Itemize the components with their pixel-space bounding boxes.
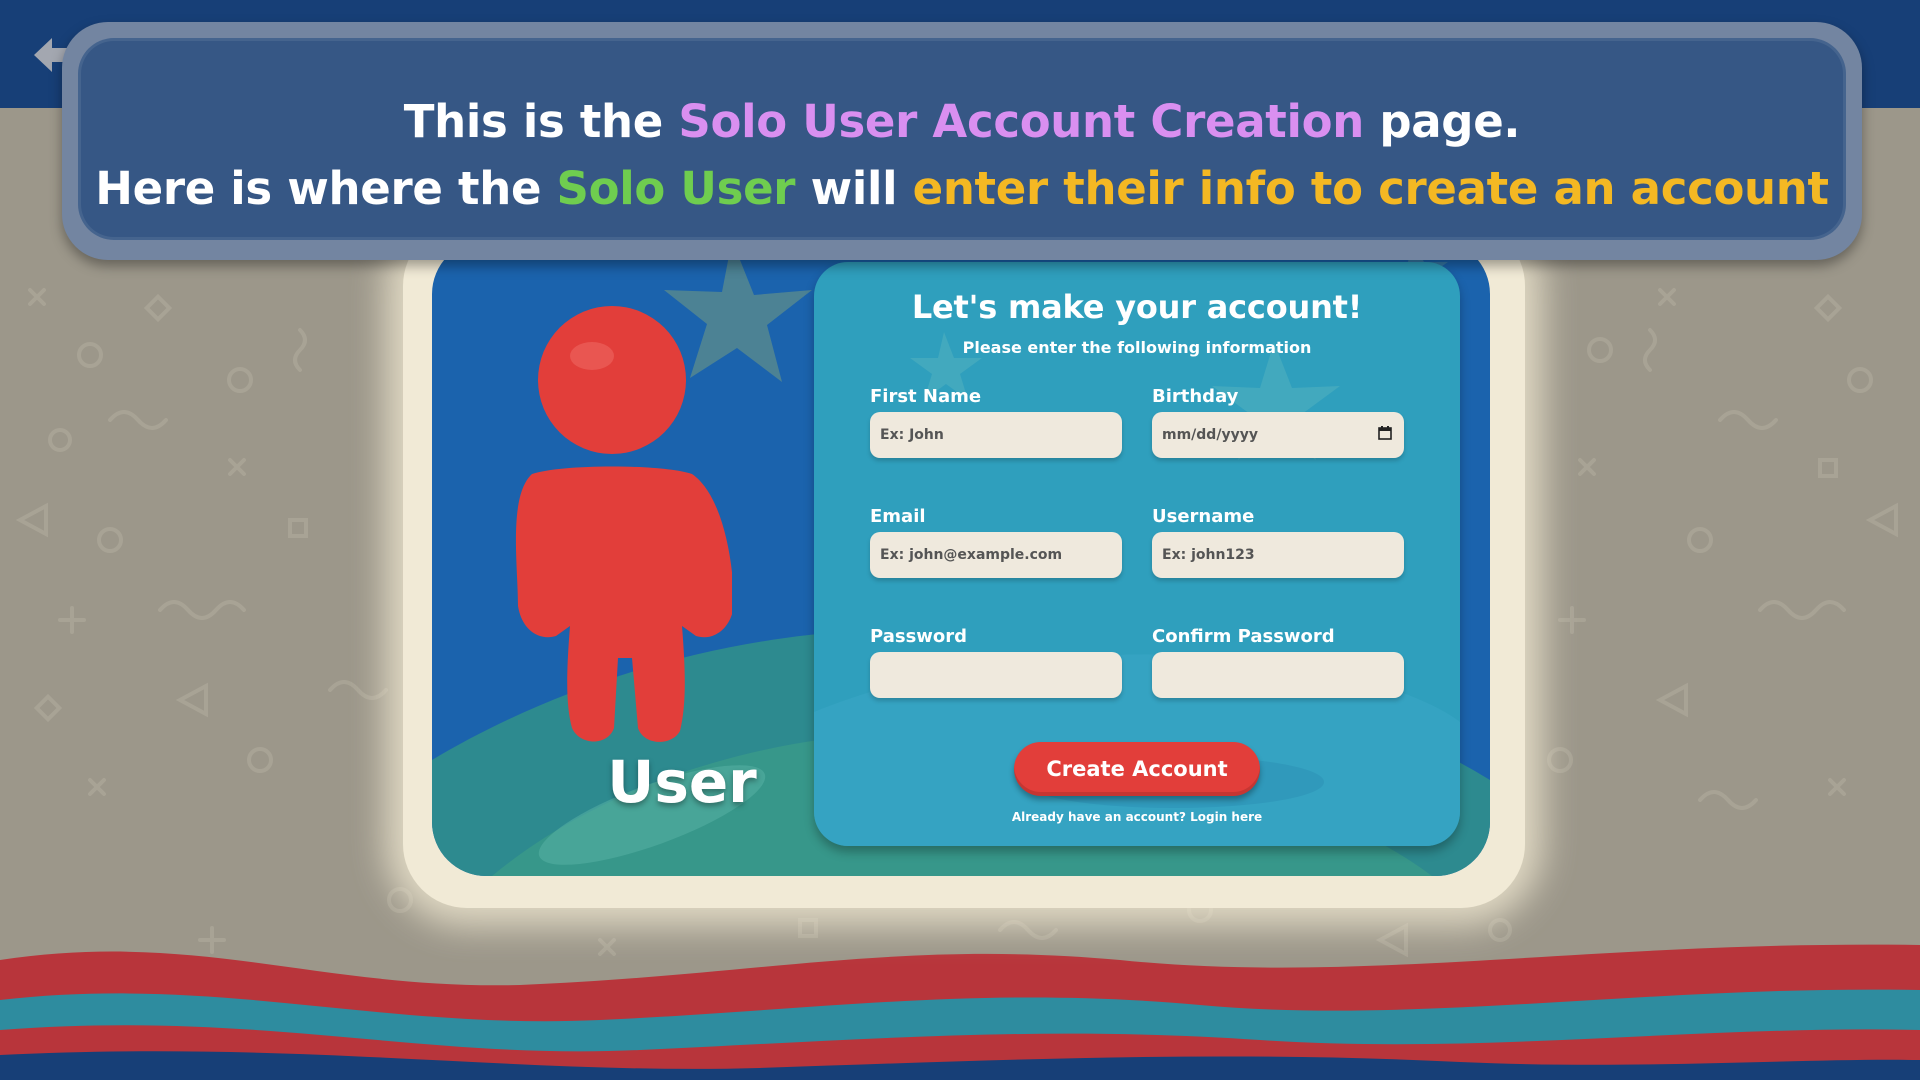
banner-text: Here is where the: [95, 162, 557, 215]
banner-text: will: [795, 162, 913, 215]
username-label: Username: [1152, 506, 1255, 527]
info-banner: This is the Solo User Account Creation p…: [62, 22, 1862, 260]
banner-text: page.: [1363, 95, 1521, 148]
create-account-button[interactable]: Create Account: [1014, 742, 1260, 796]
banner-highlight: Solo User: [556, 162, 796, 215]
form-subtitle: Please enter the following information: [962, 338, 1312, 357]
first-name-label: First Name: [870, 386, 982, 407]
banner-line-1: This is the Solo User Account Creation p…: [78, 88, 1846, 155]
email-label: Email: [870, 506, 926, 527]
birthday-label: Birthday: [1152, 386, 1239, 407]
user-label: User: [607, 748, 757, 816]
banner-line-2: Here is where the Solo User will enter t…: [78, 155, 1846, 222]
banner-highlight: Solo User Account Creation: [678, 95, 1364, 148]
username-input[interactable]: [1152, 532, 1404, 578]
banner-text: This is the: [403, 95, 679, 148]
birthday-field[interactable]: [1152, 412, 1404, 458]
form-title: Let's make your account!: [911, 288, 1363, 326]
user-icon: [515, 306, 732, 742]
password-label: Password: [870, 626, 968, 647]
password-input[interactable]: [870, 652, 1122, 698]
signup-form: Let's make your account! Please enter th…: [814, 262, 1460, 846]
first-name-input[interactable]: [870, 412, 1122, 458]
login-link[interactable]: Already have an account? Login here: [814, 810, 1460, 824]
calendar-icon[interactable]: [1378, 426, 1392, 440]
birthday-input[interactable]: [1152, 412, 1404, 458]
info-banner-body: This is the Solo User Account Creation p…: [78, 38, 1846, 240]
email-input[interactable]: [870, 532, 1122, 578]
confirm-password-input[interactable]: [1152, 652, 1404, 698]
banner-highlight: enter their info to create an account: [912, 162, 1829, 215]
confirm-password-label: Confirm Password: [1152, 626, 1335, 647]
